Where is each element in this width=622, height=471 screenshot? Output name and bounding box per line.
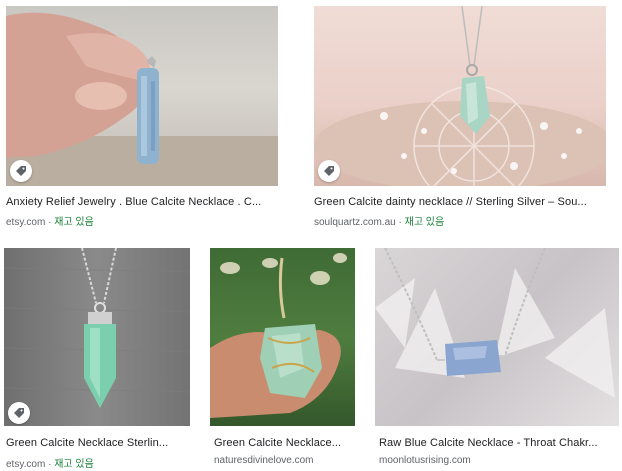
result-source-3[interactable]: etsy.com: [6, 459, 45, 470]
result-image-4[interactable]: [210, 248, 355, 426]
price-tag-icon: [10, 160, 32, 182]
result-meta-3: etsy.com · 재고 있음: [6, 455, 190, 470]
hand-pendant-photo: [6, 12, 278, 186]
result-meta-1: etsy.com · 재고 있음: [6, 213, 282, 228]
result-image-3[interactable]: [4, 248, 190, 426]
result-title-5[interactable]: Raw Blue Calcite Necklace - Throat Chakr…: [379, 437, 619, 449]
result-image-5[interactable]: [375, 248, 619, 426]
result-title-4[interactable]: Green Calcite Necklace...: [214, 437, 359, 449]
result-image-1[interactable]: [6, 6, 278, 186]
green-pendant-photo: [4, 248, 190, 408]
hand-green-stone-photo: [210, 253, 347, 418]
result-image-2[interactable]: [314, 6, 606, 186]
price-tag-icon: [318, 160, 340, 182]
result-source-2[interactable]: soulquartz.com.au: [314, 217, 396, 228]
meta-separator: ·: [48, 459, 52, 470]
result-title-2[interactable]: Green Calcite dainty necklace // Sterlin…: [314, 196, 614, 208]
raw-blue-stone-photo: [375, 248, 615, 398]
price-tag-icon: [8, 402, 30, 424]
result-title-1[interactable]: Anxiety Relief Jewelry . Blue Calcite Ne…: [6, 196, 282, 208]
in-stock-badge-2: 재고 있음: [404, 217, 445, 228]
result-meta-2: soulquartz.com.au · 재고 있음: [314, 213, 614, 228]
result-source-5[interactable]: moonlotusrising.com: [379, 455, 471, 466]
result-source-4[interactable]: naturesdivinelove.com: [214, 455, 314, 466]
result-meta-4: naturesdivinelove.com: [214, 455, 359, 466]
meta-separator: ·: [48, 217, 52, 228]
pendant-on-wood-photo: [314, 6, 606, 186]
result-source-1[interactable]: etsy.com: [6, 217, 45, 228]
in-stock-badge-3: 재고 있음: [54, 459, 94, 470]
result-title-3[interactable]: Green Calcite Necklace Sterlin...: [6, 437, 190, 449]
in-stock-badge-1: 재고 있음: [54, 217, 94, 228]
result-meta-5: moonlotusrising.com: [379, 455, 619, 466]
meta-separator: ·: [398, 217, 402, 228]
